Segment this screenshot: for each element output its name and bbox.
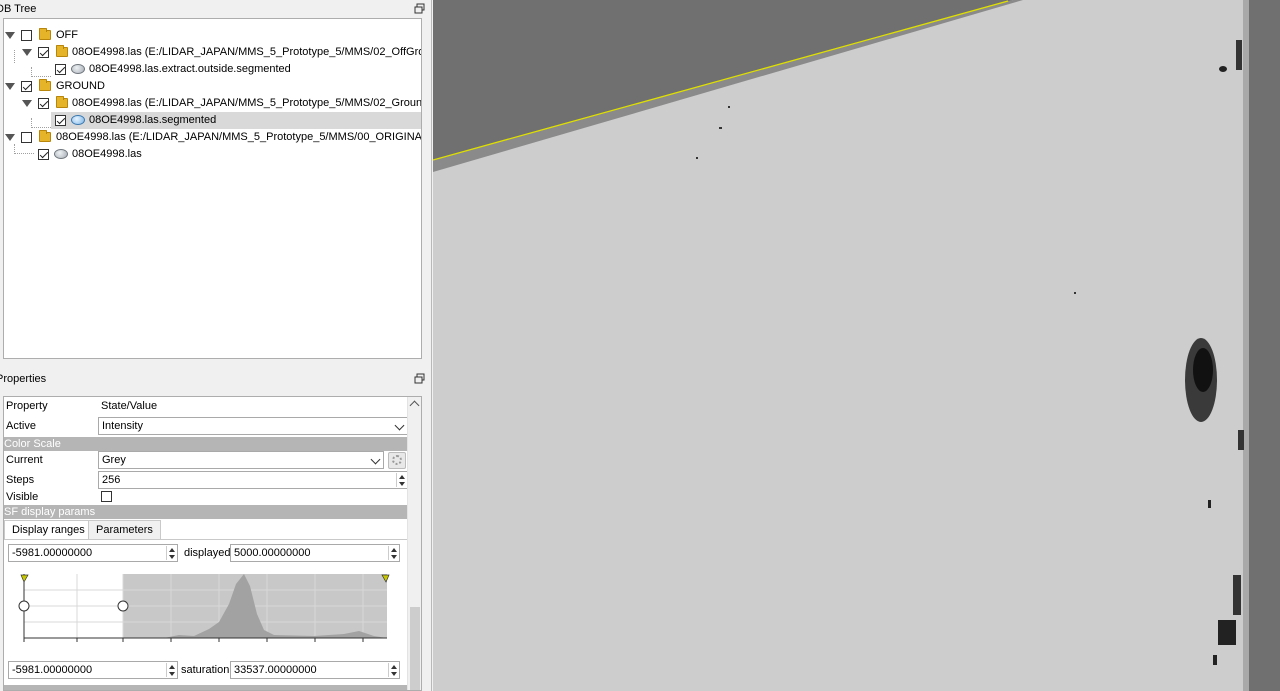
point-cloud-icon xyxy=(71,64,85,74)
properties-header: Property State/Value xyxy=(4,397,408,416)
visibility-checkbox[interactable] xyxy=(55,64,66,75)
folder-icon xyxy=(39,28,51,40)
tab-display-ranges[interactable]: Display ranges xyxy=(4,520,93,541)
expand-arrow-icon[interactable] xyxy=(5,32,15,39)
spin-arrows-icon[interactable] xyxy=(396,473,406,487)
float-panel-icon[interactable] xyxy=(414,3,425,14)
tree-item-label: OFF xyxy=(56,29,78,41)
section-sf-display-params[interactable]: SF display params xyxy=(4,505,408,519)
point-cloud-icon xyxy=(71,115,85,125)
db-tree-title-bar[interactable]: DB Tree xyxy=(0,1,429,18)
saturation-label: saturation xyxy=(181,664,230,676)
saturation-min-spinbox[interactable]: -5981.00000000 xyxy=(8,661,178,679)
properties-scrollbar[interactable] xyxy=(407,397,421,690)
properties-title: Properties xyxy=(0,373,47,385)
tree-item-extract-outside[interactable]: 08OE4998.las.extract.outside.segmented xyxy=(4,61,421,78)
properties-panel: Property State/Value Active Intensity Co… xyxy=(3,396,422,691)
tree-item-off[interactable]: OFF xyxy=(4,27,421,44)
folder-icon xyxy=(39,79,51,91)
float-panel-icon[interactable] xyxy=(414,373,425,384)
section-color-scale[interactable]: Color Scale xyxy=(4,437,408,451)
tree-item-offground-las[interactable]: 08OE4998.las (E:/LIDAR_JAPAN/MMS_5_Proto… xyxy=(4,44,421,61)
scrollbar-thumb[interactable] xyxy=(410,607,420,690)
expand-arrow-icon[interactable] xyxy=(22,100,32,107)
gear-icon xyxy=(392,455,402,465)
spin-arrows-icon[interactable] xyxy=(388,546,398,560)
saturation-min-marker xyxy=(20,574,29,583)
db-tree[interactable]: OFF 08OE4998.las (E:/LIDAR_JAPAN/MMS_5_P… xyxy=(3,18,422,359)
current-label: Current xyxy=(6,454,43,466)
steps-spinbox[interactable]: 256 xyxy=(98,471,408,489)
tree-item-label: 08OE4998.las.segmented xyxy=(89,114,217,126)
tree-item-label: GROUND xyxy=(56,80,105,92)
tree-item-label: 08OE4998.las (E:/LIDAR_JAPAN/MMS_5_Proto… xyxy=(72,97,422,109)
expand-arrow-icon[interactable] xyxy=(22,49,32,56)
left-dock: DB Tree OFF 08OE4998.las (E:/LIDAR_JAPAN… xyxy=(0,0,432,691)
saturation-max-spinbox[interactable]: 33537.00000000 xyxy=(230,661,400,679)
visibility-checkbox[interactable] xyxy=(21,132,32,143)
saturation-max-value: 33537.00000000 xyxy=(234,664,317,676)
steps-row: Steps 256 xyxy=(4,471,408,490)
tree-item-original-las[interactable]: 08OE4998.las (E:/LIDAR_JAPAN/MMS_5_Proto… xyxy=(4,129,421,146)
visibility-checkbox[interactable] xyxy=(38,98,49,109)
tree-item-label: 08OE4998.las (E:/LIDAR_JAPAN/MMS_5_Proto… xyxy=(72,46,421,58)
right-edge-region xyxy=(1248,0,1280,691)
db-tree-title: DB Tree xyxy=(0,3,37,15)
saturation-min-value: -5981.00000000 xyxy=(12,664,93,676)
3d-viewport[interactable] xyxy=(433,0,1280,691)
visible-row: Visible xyxy=(4,489,408,505)
visibility-checkbox[interactable] xyxy=(38,149,49,160)
scale-visible-checkbox[interactable] xyxy=(101,491,112,502)
visibility-checkbox[interactable] xyxy=(55,115,66,126)
visibility-checkbox[interactable] xyxy=(38,47,49,58)
point-cloud-icon xyxy=(54,149,68,159)
tree-item-label: 08OE4998.las xyxy=(72,148,142,160)
current-scale-value: Grey xyxy=(102,454,126,466)
steps-label: Steps xyxy=(6,474,35,486)
expand-arrow-icon[interactable] xyxy=(5,134,15,141)
display-min-value: -5981.00000000 xyxy=(12,547,93,559)
point-cloud-view[interactable] xyxy=(433,0,1280,691)
sf-histogram[interactable] xyxy=(14,574,391,647)
current-scale-select[interactable]: Grey xyxy=(98,451,384,469)
tree-item-segmented[interactable]: 08OE4998.las.segmented xyxy=(51,112,421,129)
spin-arrows-icon[interactable] xyxy=(166,663,176,677)
tree-item-label: 08OE4998.las (E:/LIDAR_JAPAN/MMS_5_Proto… xyxy=(56,131,422,143)
current-scale-row: Current Grey xyxy=(4,451,408,470)
chevron-down-icon xyxy=(370,454,381,465)
displayed-max-value: 5000.00000000 xyxy=(234,547,311,559)
visible-label: Visible xyxy=(6,491,39,503)
displayed-label: displayed xyxy=(184,547,231,559)
display-max-handle xyxy=(117,600,129,612)
spin-arrows-icon[interactable] xyxy=(166,546,176,560)
scroll-up-icon[interactable] xyxy=(409,400,420,411)
tree-item-original-cloud[interactable]: 08OE4998.las xyxy=(4,146,421,163)
tree-item-groundraw-las[interactable]: 08OE4998.las (E:/LIDAR_JAPAN/MMS_5_Proto… xyxy=(4,95,421,112)
expand-arrow-icon[interactable] xyxy=(5,83,15,90)
active-sf-row: Active Intensity xyxy=(4,417,408,436)
properties-title-bar[interactable]: Properties xyxy=(0,371,429,388)
tree-item-ground[interactable]: GROUND xyxy=(4,78,421,95)
folder-icon xyxy=(56,96,68,108)
display-min-handle xyxy=(18,600,30,612)
header-property: Property xyxy=(6,400,48,412)
header-value: State/Value xyxy=(101,400,158,412)
color-scale-editor-button[interactable] xyxy=(388,452,406,469)
visibility-checkbox[interactable] xyxy=(21,81,32,92)
section-next[interactable] xyxy=(4,685,408,690)
tree-item-label: 08OE4998.las.extract.outside.segmented xyxy=(89,63,291,75)
active-sf-value: Intensity xyxy=(102,420,143,432)
tab-parameters[interactable]: Parameters xyxy=(88,520,161,539)
folder-icon xyxy=(39,130,51,142)
visibility-checkbox[interactable] xyxy=(21,30,32,41)
chevron-down-icon xyxy=(394,420,405,431)
steps-value: 256 xyxy=(102,474,121,486)
displayed-max-spinbox[interactable]: 5000.00000000 xyxy=(230,544,400,562)
folder-icon xyxy=(56,45,68,57)
spin-arrows-icon[interactable] xyxy=(388,663,398,677)
active-label: Active xyxy=(6,420,36,432)
sf-params-tabs: Display ranges Parameters xyxy=(4,520,408,541)
display-min-spinbox[interactable]: -5981.00000000 xyxy=(8,544,178,562)
active-sf-select[interactable]: Intensity xyxy=(98,417,408,435)
